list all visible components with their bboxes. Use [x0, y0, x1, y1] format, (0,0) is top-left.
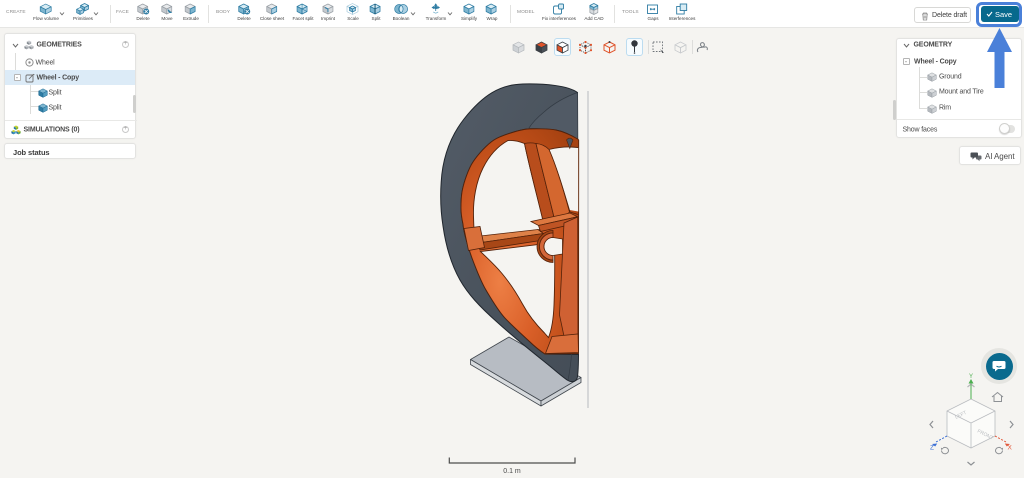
svg-text:X: X [1008, 445, 1013, 452]
svg-text:Y: Y [969, 374, 973, 380]
svg-text:Z: Z [930, 445, 934, 452]
